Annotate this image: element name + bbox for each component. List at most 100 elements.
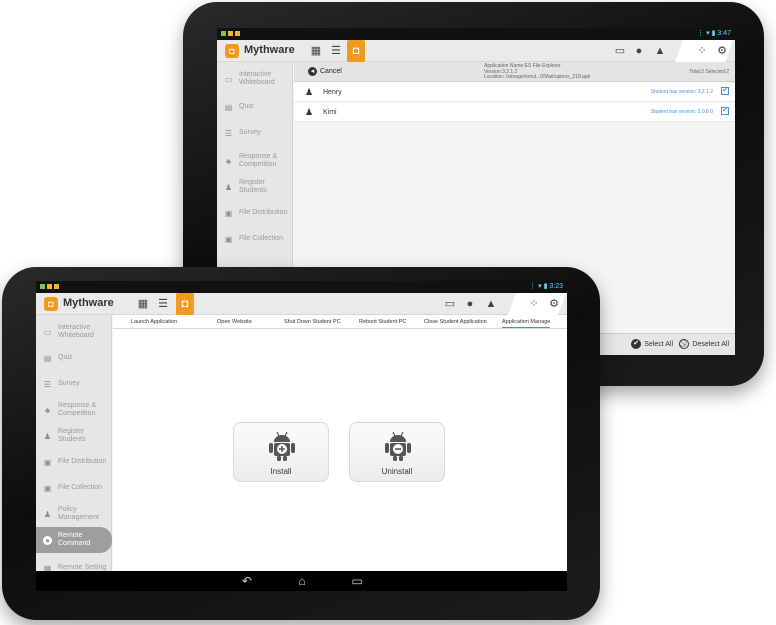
android-uninstall-icon (385, 431, 411, 461)
student-name: Henry (323, 89, 342, 96)
sidebar-item-label: Remote Command (58, 532, 91, 547)
remote-command-icon: ● (43, 535, 52, 545)
student-row[interactable]: ♟ Kimi Student has version: 3.0.8.0 ✔ (294, 103, 735, 122)
sidebar-item-survey[interactable]: ☰ Survey (217, 120, 293, 146)
monitor-icon[interactable]: ▭ (613, 44, 627, 58)
response-icon: ♣ (44, 405, 51, 415)
sidebar-item-register-students[interactable]: ♟ Register Students (36, 423, 112, 449)
tab-open-website[interactable]: Open Website (217, 319, 252, 325)
student-version: Student has version: 3.0.8.0 (650, 109, 713, 115)
application-info: Application Name:ES File Explorer Versio… (484, 63, 591, 81)
application-info-header: ◂ Cancel Application Name:ES File Explor… (294, 62, 735, 82)
app-bar: ◘ Mythware ▦ ☰ ◘ ▭ ● ▲ ⁘ ⚙ (217, 40, 735, 62)
sidebar-item-register-students[interactable]: ♟ Register Students (217, 174, 293, 200)
app-title: Mythware (244, 44, 295, 56)
sidebar-item-quiz[interactable]: ▤ Quiz (217, 94, 293, 120)
status-time: ⋮ ▾ ▮ 3:47 (697, 30, 731, 37)
student-row[interactable]: ♟ Henry Student has version: 3.2.1.2 ✔ (294, 83, 735, 102)
orange-app-icon[interactable]: ◘ (176, 293, 194, 315)
select-all-button[interactable]: ✔ Select All (631, 339, 673, 349)
check-circle-icon: ✔ (631, 339, 642, 349)
chat-icon[interactable]: ● (632, 44, 646, 58)
command-tabs: Launch Application Open Website Shut Dow… (113, 315, 567, 329)
tab-close-student-application[interactable]: Close Student Application (424, 319, 487, 325)
sidebar-item-policy-management[interactable]: ♟ Policy Management (36, 501, 112, 527)
front-screen: ⋮ ▾ ▮ 3:23 ◘ Mythware ▦ ☰ ◘ ▭ ● ▲ ⁘ ⚙ ▭ … (36, 281, 567, 591)
sidebar-item-remote-command[interactable]: ● Remote Command (36, 527, 112, 553)
lock-icon[interactable]: ▲ (484, 297, 498, 311)
sidebar-item-label: File Collection (58, 484, 102, 491)
person-icon: ♟ (305, 107, 314, 117)
list-icon[interactable]: ☰ (329, 44, 343, 58)
file-distribution-icon: ▣ (43, 457, 52, 467)
sidebar-item-label: Quiz (58, 354, 73, 361)
grid-icon[interactable]: ▦ (309, 44, 323, 58)
notification-icons (221, 31, 240, 36)
person-icon: ♟ (305, 87, 314, 97)
home-icon[interactable]: ⌂ (295, 574, 309, 588)
sidebar-item-response-competition[interactable]: ♣ Response & Competition (36, 397, 112, 423)
status-bar: ⋮ ▾ ▮ 3:47 (217, 28, 735, 40)
status-bar: ⋮ ▾ ▮ 3:23 (36, 281, 567, 293)
sidebar-item-file-distribution[interactable]: ▣ File Distribution (36, 449, 112, 475)
sidebar-item-survey[interactable]: ☰ Survey (36, 371, 112, 397)
chat-icon[interactable]: ● (463, 297, 477, 311)
notification-icon (228, 31, 233, 36)
app-title: Mythware (63, 297, 114, 309)
tab-shut-down-student-pc[interactable]: Shut Down Student PC (284, 319, 341, 325)
tab-reboot-student-pc[interactable]: Reboot Student PC (359, 319, 406, 325)
recent-apps-icon[interactable]: ▭ (350, 574, 364, 588)
sidebar-item-file-collection[interactable]: ▣ File Collection (217, 226, 293, 252)
sidebar-item-interactive-whiteboard[interactable]: ▭ Interactive Whiteboard (217, 66, 293, 92)
sidebar-item-file-collection[interactable]: ▣ File Collection (36, 475, 112, 501)
file-collection-icon: ▣ (224, 234, 233, 244)
monitor-icon[interactable]: ▭ (443, 297, 457, 311)
sidebar-item-response-competition[interactable]: ♣ Response & Competition (217, 148, 293, 174)
gear-icon[interactable]: ⚙ (715, 44, 729, 58)
gear-icon[interactable]: ⚙ (547, 297, 561, 311)
list-icon[interactable]: ☰ (156, 297, 170, 311)
app-logo-icon[interactable]: ◘ (44, 297, 58, 311)
apps-icon[interactable]: ⁘ (695, 44, 709, 58)
cancel-label: Cancel (320, 68, 342, 75)
orange-app-icon[interactable]: ◘ (347, 40, 365, 62)
sidebar-item-interactive-whiteboard[interactable]: ▭ Interactive Whiteboard (36, 319, 112, 345)
back-icon[interactable]: ↶ (240, 574, 254, 588)
whiteboard-icon: ▭ (224, 74, 233, 84)
notification-icon (221, 31, 226, 36)
register-icon: ♟ (224, 182, 233, 192)
survey-icon: ☰ (43, 379, 52, 389)
install-button[interactable]: Install (233, 422, 329, 482)
application-location: Location: /storage/emul...0/Mail/uploos_… (484, 74, 591, 80)
sidebar-item-label: Interactive Whiteboard (239, 71, 275, 86)
sidebar-item-label: Survey (58, 380, 80, 387)
sidebar-item-label: Register Students (58, 428, 86, 443)
cancel-button[interactable]: ◂ Cancel (308, 67, 342, 76)
whiteboard-icon: ▭ (43, 327, 52, 337)
notification-icon (54, 284, 59, 289)
sidebar-item-label: Survey (239, 129, 261, 136)
sidebar-item-label: File Collection (239, 235, 283, 242)
file-collection-icon: ▣ (43, 483, 52, 493)
sidebar-item-label: Response & Competition (58, 402, 97, 417)
sidebar-item-label: Interactive Whiteboard (58, 324, 94, 339)
student-checkbox[interactable]: ✔ (721, 87, 729, 95)
student-checkbox[interactable]: ✔ (721, 107, 729, 115)
grid-icon[interactable]: ▦ (136, 297, 150, 311)
lock-icon[interactable]: ▲ (653, 44, 667, 58)
front-tablet: ⋮ ▾ ▮ 3:23 ◘ Mythware ▦ ☰ ◘ ▭ ● ▲ ⁘ ⚙ ▭ … (2, 267, 600, 620)
register-icon: ♟ (43, 431, 52, 441)
app-logo-icon[interactable]: ◘ (225, 44, 239, 58)
tab-application-manage[interactable]: Application Manage (502, 319, 551, 328)
tab-launch-application[interactable]: Launch Application (131, 319, 177, 325)
sidebar-item-quiz[interactable]: ▤ Quiz (36, 345, 112, 371)
deselect-all-label: Deselect All (692, 340, 729, 348)
apps-icon[interactable]: ⁘ (527, 297, 541, 311)
quiz-icon: ▤ (43, 353, 52, 363)
sidebar-item-label: Response & Competition (239, 153, 278, 168)
sidebar-item-file-distribution[interactable]: ▣ File Distribution (217, 200, 293, 226)
uninstall-button[interactable]: Uninstall (349, 422, 445, 482)
response-icon: ♣ (225, 156, 232, 166)
notification-icons (40, 284, 59, 289)
deselect-all-button[interactable]: ⃠ Deselect All (679, 339, 729, 349)
